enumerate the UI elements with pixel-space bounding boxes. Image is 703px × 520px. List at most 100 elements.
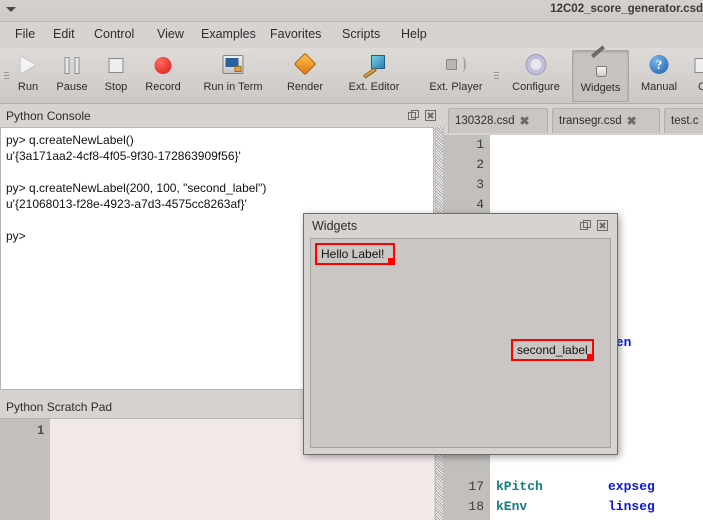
editor-tab-label: test.c (671, 115, 699, 127)
menu-edit[interactable]: Edit (48, 26, 80, 42)
line-number: 4 (476, 197, 484, 212)
stop-icon (95, 50, 137, 80)
code-line: 1 (444, 135, 703, 155)
close-icon[interactable] (424, 109, 437, 122)
menu-view[interactable]: View (152, 26, 189, 42)
line-number: 2 (476, 157, 484, 172)
toolbar-button-label: Ext. Player (429, 81, 483, 93)
menu-favorites[interactable]: Favorites (265, 26, 326, 42)
menu-file[interactable]: File (10, 26, 40, 42)
toolbar-grip-icon[interactable] (4, 72, 9, 84)
toolbar-button-ext-player[interactable]: Ext. Player (414, 50, 498, 102)
code-line: 2 (444, 155, 703, 175)
close-icon[interactable] (596, 219, 609, 232)
resize-handle[interactable] (388, 258, 395, 265)
console-line: u'{3a171aa2-4cf8-4f05-9f30-172863909f56}… (6, 149, 241, 163)
python-console-header: Python Console (0, 105, 440, 127)
toolbar-button-label: Widgets (580, 82, 621, 94)
toolbar-button-render[interactable]: Render (276, 50, 334, 102)
widget-label-text: second_label (517, 343, 588, 357)
toolbar-button-label: Run in Term (203, 81, 263, 93)
toolbar-button-configure[interactable]: Configure (500, 50, 572, 102)
widgets-canvas[interactable]: Hello Label! second_label (310, 238, 611, 448)
toolbar: Run Pause Stop Record Run in Term Render Ext. … (0, 45, 703, 104)
menu-scripts[interactable]: Scripts (337, 26, 385, 42)
python-scratch-pad-title: Python Scratch Pad (6, 400, 113, 414)
resize-handle[interactable] (586, 354, 594, 361)
toolbar-button-manual[interactable]: ? Manual (630, 50, 688, 102)
menubar: File Edit Control View Examples Favorites Scri… (0, 22, 703, 48)
record-icon (136, 50, 190, 80)
gear-icon (500, 50, 572, 80)
toolbar-button-label: Stop (104, 81, 128, 93)
play-icon (6, 50, 50, 80)
chevron-down-icon[interactable] (6, 7, 16, 12)
toolbar-button-c[interactable]: C (687, 50, 703, 102)
line-number: 1 (476, 137, 484, 152)
toolbar-button-label: Pause (56, 81, 88, 93)
editor-tab-transegr-csd[interactable]: transegr.csd ✖ (552, 108, 660, 133)
code-variable: kEnv (496, 499, 528, 514)
line-number: 17 (468, 479, 484, 494)
editor-tab-label: 130328.csd (455, 115, 515, 127)
line-number: 3 (476, 177, 484, 192)
ext-editor-icon (332, 50, 416, 80)
toolbar-button-run[interactable]: Run (6, 50, 50, 102)
ext-player-icon (414, 50, 498, 80)
toolbar-button-pause[interactable]: Pause (48, 50, 96, 102)
console-line: u'{21068013-f28e-4923-a7d3-4575cc8263af}… (6, 197, 247, 211)
close-icon[interactable]: ✖ (519, 109, 529, 133)
console-line: py> q.createNewLabel() (6, 133, 134, 147)
help-icon: ? (630, 50, 688, 80)
code-line: 18 kEnv linseg (444, 497, 703, 517)
python-console-header-buttons (407, 109, 437, 122)
editor-tab-label: transegr.csd (559, 115, 622, 127)
toolbar-button-label: Record (145, 81, 181, 93)
code-line: 17 kPitch expseg (444, 477, 703, 497)
toolbar-button-label: Manual (640, 81, 678, 93)
toolbar-button-label: Render (286, 81, 324, 93)
widget-label[interactable]: second_label (511, 339, 594, 361)
widgets-icon (573, 45, 628, 81)
code-line: 4 (444, 195, 703, 215)
widget-label[interactable]: Hello Label! (315, 243, 395, 265)
editor-tab-test-c[interactable]: test.c✖ (664, 108, 703, 133)
widgets-window-title: Widgets (304, 214, 617, 238)
toolbar-button-ext-editor[interactable]: Ext. Editor (332, 50, 416, 102)
float-icon[interactable] (407, 109, 420, 122)
code-line: 3 (444, 175, 703, 195)
widget-label-text: Hello Label! (321, 247, 385, 261)
pause-icon (48, 50, 96, 80)
toolbar-button-label: C (698, 81, 703, 93)
toolbar-button-stop[interactable]: Stop (95, 50, 137, 102)
render-icon (276, 50, 334, 80)
widgets-window-buttons (579, 219, 609, 232)
window-title: 12C02_score_generator.csd (550, 3, 703, 15)
window-titlebar: 12C02_score_generator.csd (0, 0, 703, 22)
console-line: py> q.createNewLabel(200, 100, "second_l… (6, 181, 267, 195)
toolbar-button-run-in-term[interactable]: Run in Term (188, 50, 278, 102)
code-opcode: linseg (608, 499, 655, 514)
scratch-pad-gutter: 1 (0, 419, 50, 520)
editor-tab-130328-csd[interactable]: 130328.csd ✖ (448, 108, 548, 133)
toolbar-button-label: Ext. Editor (348, 81, 400, 93)
float-icon[interactable] (579, 219, 592, 232)
line-number: 18 (468, 499, 484, 514)
menu-control[interactable]: Control (89, 26, 139, 42)
menu-help[interactable]: Help (396, 26, 432, 42)
python-console-title: Python Console (6, 109, 91, 123)
scratch-pad-line-number: 1 (37, 423, 44, 437)
toolbar-grip-icon[interactable] (494, 72, 499, 84)
terminal-icon (188, 50, 278, 80)
widgets-window[interactable]: Widgets Hello Label! second_label (303, 213, 618, 455)
toolbar-button-record[interactable]: Record (136, 50, 190, 102)
toolbar-button-label: Run (17, 81, 39, 93)
toolbar-button-widgets[interactable]: Widgets (572, 45, 629, 102)
csoundqt-main-window: 12C02_score_generator.csd File Edit Contro… (0, 0, 703, 520)
close-icon[interactable]: ✖ (627, 109, 637, 133)
menu-examples[interactable]: Examples (196, 26, 261, 42)
code-variable: kPitch (496, 479, 543, 494)
code-opcode: expseg (608, 479, 655, 494)
toolbar-button-label: Configure (512, 81, 560, 93)
